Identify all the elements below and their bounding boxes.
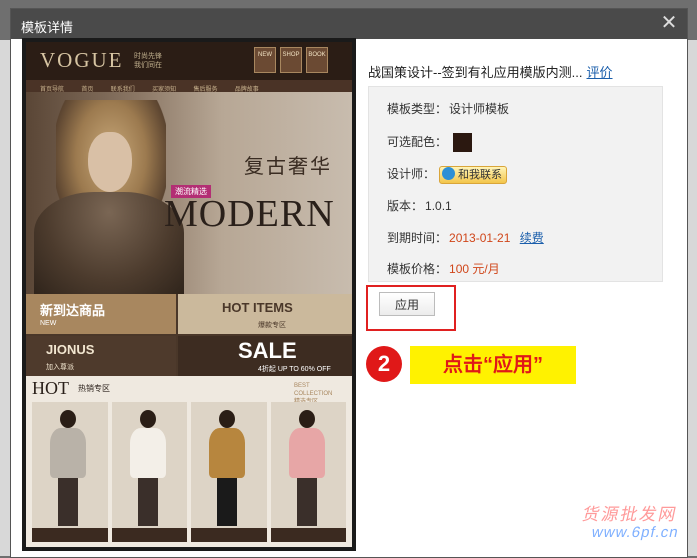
watermark-url: www.6pf.cn [590, 524, 681, 541]
dialog-title: 模板详情 [21, 20, 74, 35]
promo-title: 新到达商品 [40, 303, 106, 318]
apply-button[interactable]: 应用 [379, 292, 435, 316]
expire-row: 到期时间： 2013-01-21 续费 [387, 228, 544, 248]
template-preview-image: VOGUE 时尚先锋 我们同在 NEW SHOP BOOK 首页导航 首页 联系… [22, 38, 356, 551]
color-swatch[interactable] [453, 133, 473, 153]
preview-hero-banner: 复古奢华 潮流精选 MODERN [26, 92, 352, 294]
hot-models-row [32, 402, 346, 542]
promo-title: HOT ITEMS [222, 300, 293, 315]
product-thumb [111, 402, 187, 542]
preview-tag-shop: SHOP [280, 47, 302, 73]
product-thumb [32, 402, 108, 542]
contact-designer-button[interactable]: 和我联系 [439, 165, 508, 184]
template-type-label: 模板类型： [387, 102, 448, 116]
renew-link[interactable]: 续费 [520, 231, 544, 245]
promo-sale: SALE 4折起 UP TO 60% OFF [178, 336, 352, 376]
template-info-box: 模板类型： 设计师模板 可选配色： 设计师： 和我联系 版本： 1.0.1 到期时间：… [368, 86, 663, 282]
expire-value: 2013-01-21 [449, 231, 511, 245]
watermark-cn: 货源批发网 [580, 505, 680, 525]
preview-nav: 首页导航 首页 联系我们 买家须知 售后服务 品牌故事 [26, 80, 352, 93]
designer-label: 设计师： [387, 167, 436, 181]
step-number-badge: 2 [366, 346, 402, 382]
promo-sub: 爆款专区 [258, 322, 286, 329]
product-thumb [191, 402, 267, 542]
version-row: 版本： 1.0.1 [387, 196, 452, 216]
price-row: 模板价格： 100 元/月 [387, 259, 500, 279]
qq-icon [442, 167, 456, 181]
price-label: 模板价格： [387, 262, 448, 276]
preview-header: VOGUE 时尚先锋 我们同在 NEW SHOP BOOK [26, 42, 352, 80]
hero-cn-title: 复古奢华 [244, 154, 332, 178]
promo-new-arrivals: 新到达商品 NEW [26, 294, 176, 334]
dialog-titlebar: 模板详情 ✕ [11, 9, 687, 39]
step-instruction-note: 点击“应用” [410, 346, 576, 384]
promo-join-us: JIONUS 加入尊派 [26, 336, 176, 376]
hot-title: HOT [32, 378, 69, 398]
model-coat-shape [34, 192, 184, 294]
preview-tag-book: BOOK [306, 47, 328, 73]
preview-logo-sub: 时尚先锋 我们同在 [134, 53, 162, 69]
template-type-row: 模板类型： 设计师模板 [387, 99, 509, 119]
promo-sub: 4折起 UP TO 60% OFF [258, 366, 331, 373]
designer-row: 设计师： 和我联系 [387, 164, 508, 184]
close-icon[interactable]: ✕ [659, 13, 679, 33]
version-value: 1.0.1 [425, 199, 452, 213]
template-name-text: 战国策设计--签到有礼应用模版内测... [368, 65, 583, 80]
model-face-shape [88, 132, 132, 192]
template-name: 战国策设计--签到有礼应用模版内测... 评价 [368, 62, 613, 81]
preview-promo-grid: 新到达商品 NEW HOT ITEMS 爆款专区 JIONUS 加入尊派 SAL… [26, 294, 352, 376]
product-thumb [270, 402, 346, 542]
promo-title: SALE [238, 338, 297, 363]
price-value: 100 元/月 [449, 262, 500, 276]
expire-label: 到期时间： [387, 231, 448, 245]
hero-en-title: MODERN [164, 193, 335, 235]
preview-tag-new: NEW [254, 47, 276, 73]
promo-hot-items: HOT ITEMS 爆款专区 [178, 294, 352, 334]
promo-title: JIONUS [46, 342, 95, 357]
color-label: 可选配色： [387, 135, 448, 149]
template-type-value: 设计师模板 [449, 102, 510, 116]
contact-label: 和我联系 [458, 168, 503, 181]
review-link[interactable]: 评价 [587, 65, 613, 80]
hot-sub: 热销专区 [78, 384, 110, 393]
preview-logo: VOGUE [40, 48, 124, 72]
preview-hot-section: HOT 热销专区 BEST COLLECTION 精选专区 [26, 376, 352, 547]
background-page-left [0, 40, 10, 556]
promo-sub: NEW [40, 320, 57, 327]
color-row: 可选配色： [387, 132, 473, 153]
version-label: 版本： [387, 199, 424, 213]
promo-sub: 加入尊派 [46, 364, 74, 371]
